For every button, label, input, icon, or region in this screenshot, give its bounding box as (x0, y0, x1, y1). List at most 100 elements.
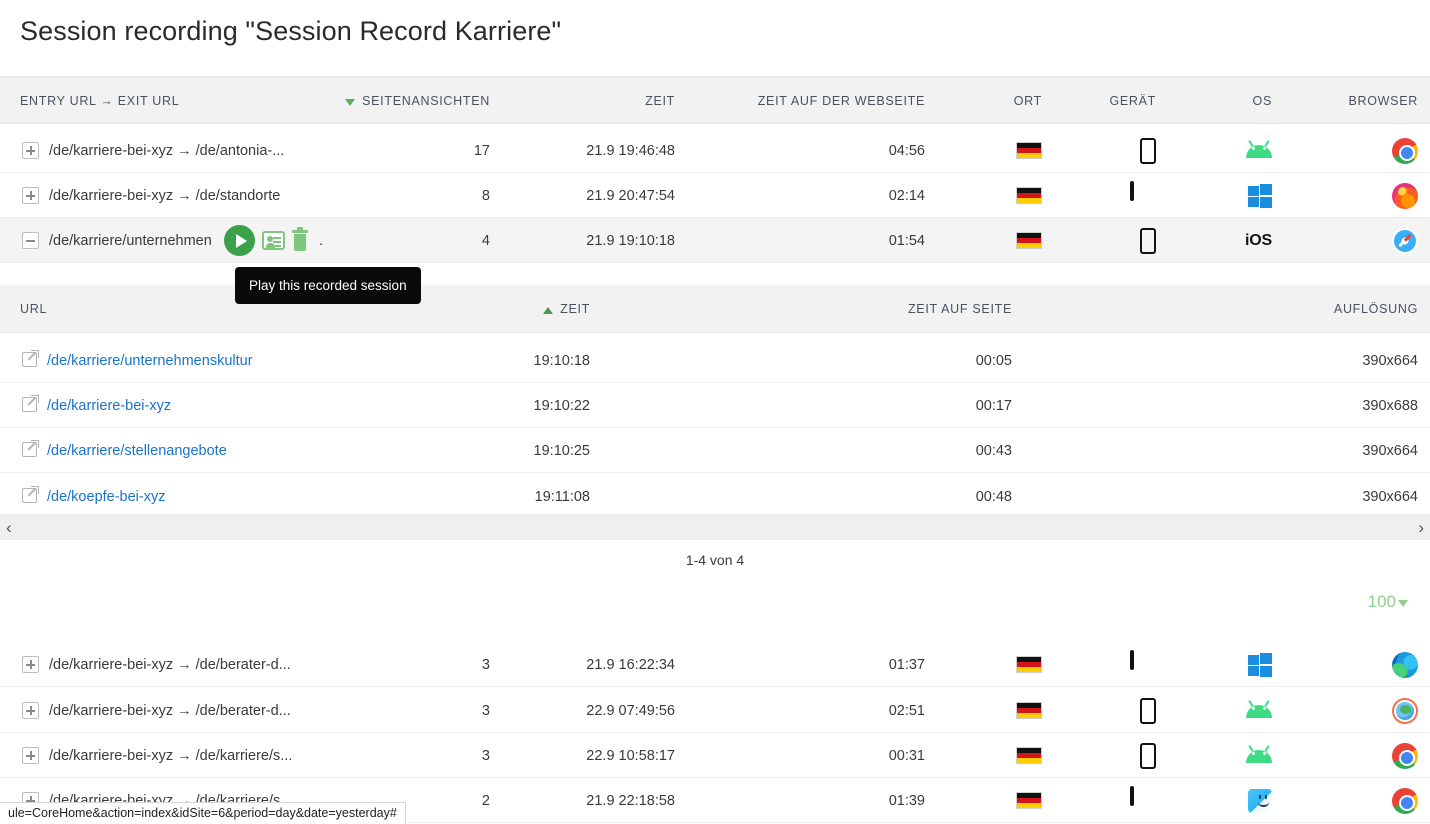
expand-row-icon[interactable] (22, 142, 39, 159)
row-os (1176, 778, 1272, 823)
rows-per-page-selector[interactable]: 100 (1368, 592, 1408, 612)
delete-session-button[interactable] (292, 230, 308, 251)
row-location (940, 642, 1042, 687)
row-device (1060, 642, 1156, 687)
row-entry-exit-url[interactable]: /de/karriere-bei-xyz → /de/berater-d... (49, 642, 291, 687)
sub-row-url-link[interactable]: /de/koepfe-bei-xyz (47, 474, 165, 519)
main-column-header-4[interactable]: ORT (940, 77, 1042, 125)
sort-ascending-icon (543, 307, 553, 314)
row-browser (1292, 218, 1418, 263)
main-column-header-5[interactable]: GERÄT (1060, 77, 1156, 125)
smartphone-icon (1140, 698, 1156, 724)
table-row[interactable]: /de/karriere-bei-xyz → /de/berater-d...3… (0, 642, 1430, 687)
column-label: URL (20, 302, 47, 316)
row-browser (1292, 173, 1418, 218)
windows-icon (1248, 184, 1272, 208)
column-label: GERÄT (1109, 94, 1156, 108)
table-row[interactable]: /de/karriere-bei-xyz → /de/karriere/s...… (0, 733, 1430, 778)
flag-germany-icon (1016, 792, 1042, 809)
flag-germany-icon (1016, 187, 1042, 204)
sub-row-url-link[interactable]: /de/karriere/unternehmenskultur (47, 338, 253, 383)
table-row[interactable]: /de/karriere-bei-xyz → /de/berater-d... 3… (0, 688, 1430, 733)
sub-table-row[interactable]: /de/karriere-bei-xyz19:10:2200:17390x688 (0, 383, 1430, 428)
row-entry-exit-url[interactable]: /de/karriere-bei-xyz → /de/karriere/s... (49, 733, 292, 778)
column-label: SEITENANSICHTEN (362, 94, 490, 108)
status-bar-url: ule=CoreHome&action=index&idSite=6&perio… (0, 802, 406, 824)
main-column-header-2[interactable]: ZEIT (500, 77, 675, 125)
row-location (940, 128, 1042, 173)
row-browser (1292, 642, 1418, 687)
sub-row-time: 19:10:18 (420, 338, 590, 383)
row-os (1176, 688, 1272, 733)
smartphone-icon (1140, 138, 1156, 164)
horizontal-scrollbar[interactable]: ‹ › (0, 514, 1430, 541)
table-row[interactable]: /de/karriere/unternehmen.421.9 19:10:180… (0, 218, 1430, 263)
row-time-on-site: 00:31 (690, 733, 925, 778)
row-browser (1292, 778, 1418, 823)
sub-table-row[interactable]: /de/karriere/stellenangebote19:10:2500:4… (0, 428, 1430, 473)
chrome-icon (1392, 138, 1418, 164)
flag-germany-icon (1016, 702, 1042, 719)
flag-germany-icon (1016, 142, 1042, 159)
external-link-icon[interactable] (22, 352, 37, 367)
row-time-on-site: 02:14 (690, 173, 925, 218)
scroll-right-icon[interactable]: › (1418, 519, 1424, 536)
column-label: OS (1253, 94, 1272, 108)
sub-column-header-1[interactable]: ZEIT (420, 285, 590, 333)
session-recording-page: Session recording "Session Record Karrie… (0, 0, 1430, 824)
row-entry-exit-url[interactable]: /de/karriere-bei-xyz → /de/berater-d... (49, 688, 291, 733)
visitor-profile-button[interactable] (262, 231, 285, 250)
sub-row-resolution: 390x664 (1150, 338, 1418, 383)
row-time: 21.9 20:47:54 (500, 173, 675, 218)
expand-row-icon[interactable] (22, 702, 39, 719)
expand-row-icon[interactable] (22, 656, 39, 673)
row-os (1176, 642, 1272, 687)
table-row[interactable]: /de/karriere-bei-xyz → /de/antonia-...17… (0, 128, 1430, 173)
sub-column-header-2[interactable]: ZEIT AUF SEITE (700, 285, 1012, 333)
sub-column-header-3[interactable]: AUFLÖSUNG (1150, 285, 1418, 333)
main-column-header-3[interactable]: ZEIT AUF DER WEBSEITE (690, 77, 925, 125)
row-location (940, 733, 1042, 778)
desktop-icon (1130, 788, 1156, 814)
pagination-range: 1-4 von 4 (0, 552, 1430, 568)
expand-row-icon[interactable] (22, 747, 39, 764)
column-label: AUFLÖSUNG (1334, 302, 1418, 316)
row-entry-exit-url[interactable]: /de/karriere-bei-xyz → /de/standorte (49, 173, 280, 218)
row-time: 21.9 22:18:58 (500, 778, 675, 823)
row-pageviews: 3 (350, 688, 490, 733)
external-link-icon[interactable] (22, 397, 37, 412)
sub-row-url-link[interactable]: /de/karriere/stellenangebote (47, 428, 227, 473)
row-os (1176, 128, 1272, 173)
sub-row-time: 19:10:22 (420, 383, 590, 428)
sub-table-row[interactable]: /de/koepfe-bei-xyz19:11:0800:48390x664 (0, 474, 1430, 519)
android-icon (1246, 748, 1272, 763)
row-entry-exit-url[interactable]: /de/karriere/unternehmen (49, 218, 212, 263)
row-location (940, 218, 1042, 263)
play-session-button[interactable] (224, 225, 255, 256)
table-row[interactable]: /de/karriere-bei-xyz → /de/standorte821.… (0, 173, 1430, 218)
desktop-icon (1130, 652, 1156, 678)
scroll-left-icon[interactable]: ‹ (6, 519, 12, 536)
sub-row-time-on-page: 00:43 (700, 428, 1012, 473)
desktop-icon (1130, 183, 1156, 209)
row-entry-exit-url[interactable]: /de/karriere-bei-xyz → /de/antonia-... (49, 128, 284, 173)
expand-row-icon[interactable] (22, 187, 39, 204)
rows-per-page-value: 100 (1368, 592, 1396, 612)
row-location (940, 778, 1042, 823)
main-column-header-1[interactable]: SEITENANSICHTEN (350, 77, 490, 125)
external-link-icon[interactable] (22, 442, 37, 457)
main-column-header-7[interactable]: BROWSER (1292, 77, 1418, 125)
sort-descending-icon (345, 99, 355, 106)
row-time: 21.9 16:22:34 (500, 642, 675, 687)
sub-row-url-link[interactable]: /de/karriere-bei-xyz (47, 383, 171, 428)
collapse-row-icon[interactable] (22, 232, 39, 249)
row-device (1060, 128, 1156, 173)
main-column-header-6[interactable]: OS (1176, 77, 1272, 125)
sub-row-time-on-page: 00:48 (700, 474, 1012, 519)
android-icon (1246, 703, 1272, 718)
sub-table-row[interactable]: /de/karriere/unternehmenskultur19:10:180… (0, 338, 1430, 383)
sub-row-resolution: 390x688 (1150, 383, 1418, 428)
external-link-icon[interactable] (22, 488, 37, 503)
firefox-icon (1392, 183, 1418, 209)
main-column-header-0[interactable]: ENTRY URL → EXIT URL (20, 77, 350, 125)
